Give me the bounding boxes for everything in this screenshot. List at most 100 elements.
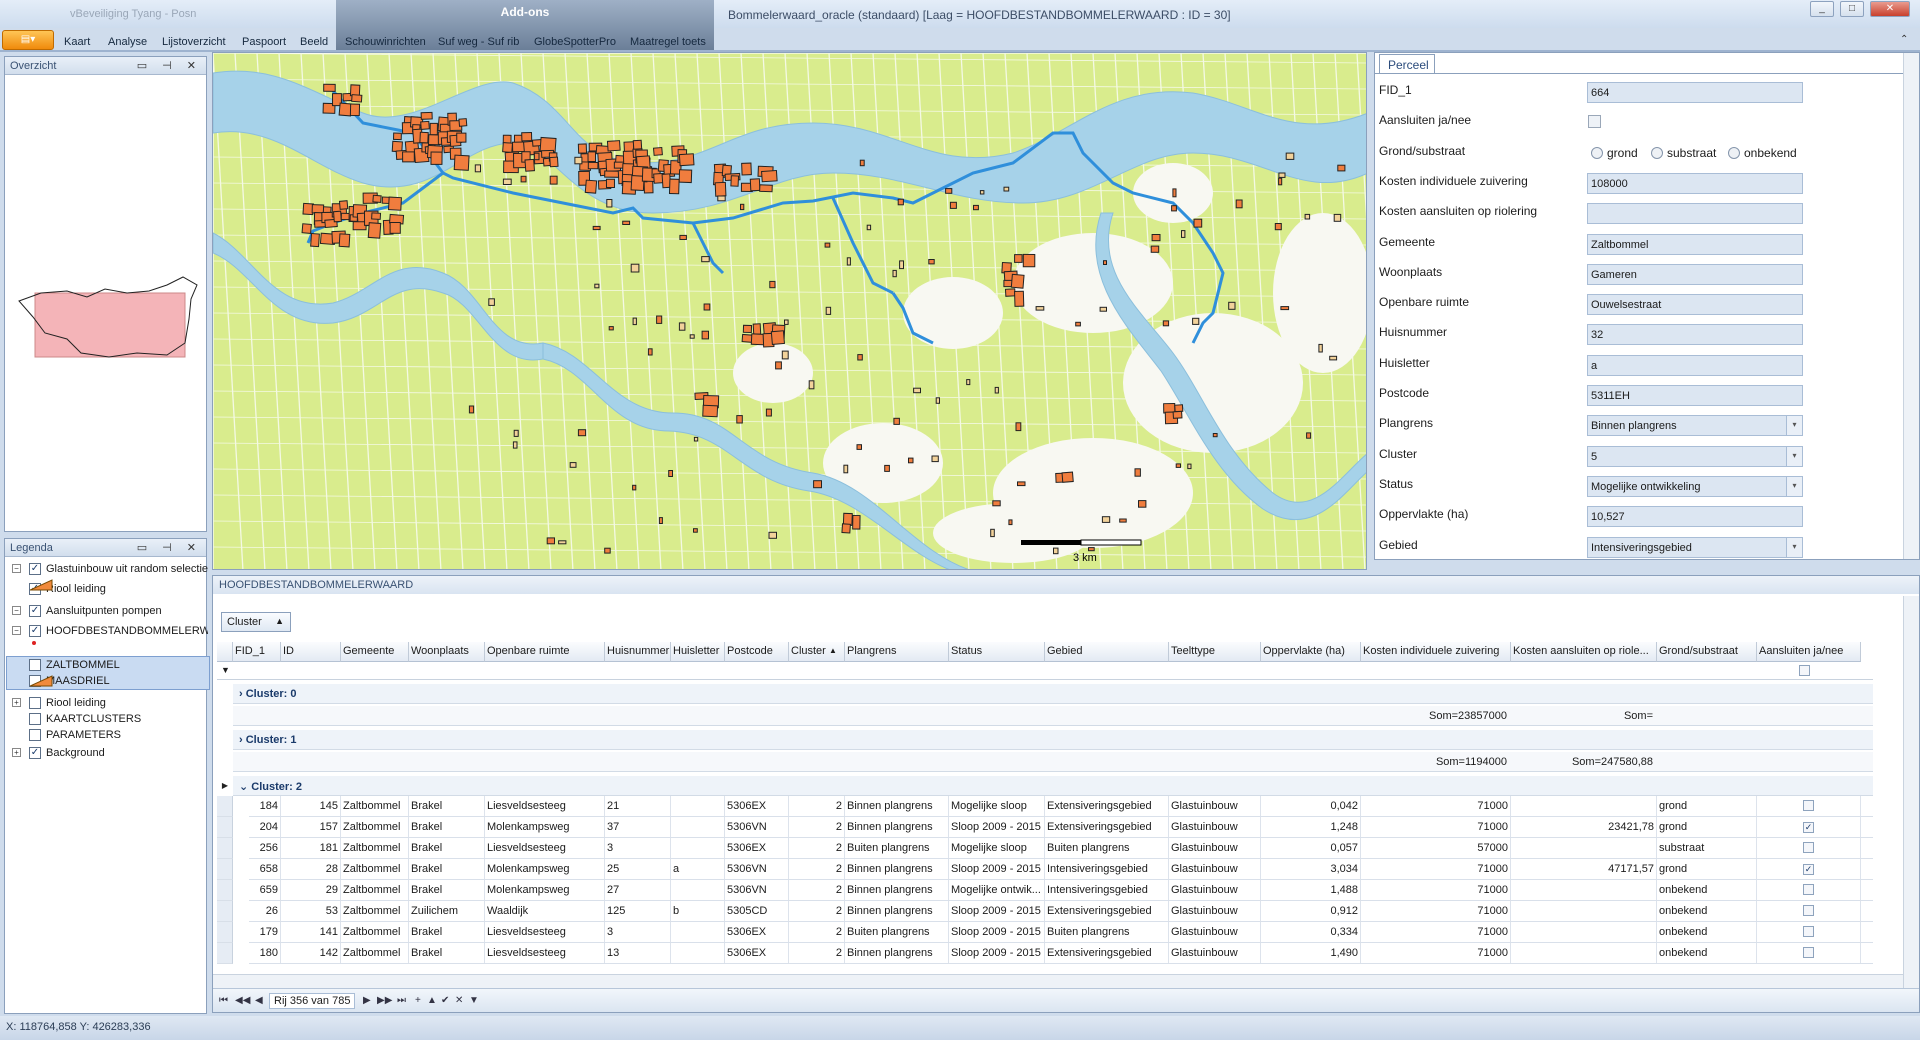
table-cell[interactable]: 142 — [281, 943, 341, 963]
field-input-kosten-aansluiten-op-riolering[interactable] — [1587, 203, 1803, 224]
table-cell[interactable]: Glastuinbouw — [1169, 859, 1261, 879]
table-cell[interactable]: Binnen plangrens — [845, 796, 949, 816]
menu-item-beeld[interactable]: Beeld — [300, 36, 328, 48]
table-cell[interactable] — [671, 922, 725, 942]
nav-add-icon[interactable]: + — [415, 995, 421, 1006]
table-cell[interactable]: Zaltbommel — [341, 817, 409, 837]
table-cell[interactable] — [1511, 922, 1657, 942]
legend-checkbox[interactable] — [29, 713, 41, 725]
table-cell[interactable]: Molenkampsweg — [485, 859, 605, 879]
menu-item-globespotterpro[interactable]: GlobeSpotterPro — [534, 36, 616, 48]
nav-filter-icon[interactable]: ▼ — [469, 995, 479, 1006]
table-cell[interactable]: 26 — [233, 901, 281, 921]
table-cell[interactable]: 0,057 — [1261, 838, 1361, 858]
minimize-icon[interactable]: _ — [1810, 1, 1834, 17]
table-cell[interactable]: Glastuinbouw — [1169, 943, 1261, 963]
table-cell[interactable]: 2 — [789, 817, 845, 837]
table-cell[interactable]: 181 — [281, 838, 341, 858]
map-canvas[interactable]: 3 km — [213, 53, 1367, 570]
table-cell[interactable] — [671, 796, 725, 816]
legend-checkbox[interactable] — [29, 697, 41, 709]
table-cell[interactable]: b — [671, 901, 725, 921]
column-header-gebied[interactable]: Gebied — [1045, 642, 1169, 662]
menu-item-suf-weg-suf-rib[interactable]: Suf weg - Suf rib — [438, 36, 519, 48]
table-row[interactable]: 184 145 Zaltbommel Brakel Liesveldsesteeg 21 5… — [249, 796, 1873, 817]
table-cell[interactable]: 0,042 — [1261, 796, 1361, 816]
table-cell[interactable]: Liesveldsesteeg — [485, 922, 605, 942]
table-cell[interactable] — [671, 838, 725, 858]
table-cell[interactable]: 5306EX — [725, 943, 789, 963]
menu-item-analyse[interactable]: Analyse — [108, 36, 147, 48]
expand-icon[interactable]: − — [12, 606, 21, 615]
table-cell[interactable]: 2 — [789, 796, 845, 816]
table-cell[interactable]: 125 — [605, 901, 671, 921]
filter-checkbox[interactable] — [1799, 665, 1810, 676]
field-input-status[interactable]: Mogelijke ontwikkeling ▾ — [1587, 476, 1803, 497]
table-cell[interactable]: onbekend — [1657, 922, 1757, 942]
table-cell[interactable]: grond — [1657, 796, 1757, 816]
table-cell[interactable]: Glastuinbouw — [1169, 901, 1261, 921]
aansluiten-checkbox[interactable] — [1803, 800, 1814, 811]
table-cell[interactable]: Zaltbommel — [341, 901, 409, 921]
table-cell[interactable]: Buiten plangrens — [845, 922, 949, 942]
column-header-plangrens[interactable]: Plangrens — [845, 642, 949, 662]
table-cell[interactable]: Binnen plangrens — [845, 943, 949, 963]
expand-icon[interactable]: + — [12, 748, 21, 757]
table-cell[interactable]: Intensiveringsgebied — [1045, 880, 1169, 900]
table-cell[interactable]: 2 — [789, 901, 845, 921]
field-input-oppervlakte-ha-[interactable]: 10,527 — [1587, 506, 1803, 527]
table-cell[interactable]: 71000 — [1361, 880, 1511, 900]
table-cell[interactable]: 3 — [605, 838, 671, 858]
table-cell[interactable]: 2 — [789, 859, 845, 879]
table-cell[interactable]: Waaldijk — [485, 901, 605, 921]
chevron-down-icon[interactable]: ⌄ — [239, 781, 251, 793]
overview-map[interactable] — [7, 77, 205, 527]
grid-scrollbar[interactable] — [1903, 596, 1919, 990]
table-cell[interactable]: 28 — [281, 859, 341, 879]
table-cell[interactable]: 145 — [281, 796, 341, 816]
column-header-status[interactable]: Status — [949, 642, 1045, 662]
panel-controls-icon[interactable]: ▭ ⊣ ✕ — [137, 59, 202, 72]
row-indicator[interactable] — [217, 796, 233, 817]
legend-checkbox[interactable]: ✓ — [29, 563, 41, 575]
app-menu-button[interactable]: ▤▾ — [2, 30, 54, 50]
group-row[interactable]: › Cluster: 1 — [233, 730, 1873, 750]
table-cell[interactable]: 71000 — [1361, 796, 1511, 816]
table-cell[interactable]: Zaltbommel — [341, 880, 409, 900]
aansluiten-checkbox[interactable] — [1803, 926, 1814, 937]
table-cell[interactable]: 180 — [233, 943, 281, 963]
column-header-openbare-ruimte[interactable]: Openbare ruimte — [485, 642, 605, 662]
table-cell[interactable]: Binnen plangrens — [845, 901, 949, 921]
expand-icon[interactable]: − — [12, 626, 21, 635]
table-cell[interactable]: 658 — [233, 859, 281, 879]
table-cell[interactable]: a — [671, 859, 725, 879]
row-indicator[interactable] — [217, 838, 233, 859]
table-cell[interactable]: 57000 — [1361, 838, 1511, 858]
tab-perceel[interactable]: Perceel — [1379, 54, 1435, 74]
chevron-down-icon[interactable]: ▾ — [1786, 416, 1802, 435]
column-header-oppervlakte-ha[interactable]: Oppervlakte (ha) — [1261, 642, 1361, 662]
table-cell[interactable]: 5305CD — [725, 901, 789, 921]
table-cell[interactable]: 5306EX — [725, 838, 789, 858]
table-cell[interactable]: grond — [1657, 817, 1757, 837]
legend-item[interactable]: − ✓ Aansluitpunten pompen — [5, 603, 205, 621]
table-cell[interactable]: 5306VN — [725, 817, 789, 837]
chevron-down-icon[interactable]: ▾ — [1786, 477, 1802, 496]
table-cell[interactable]: 179 — [233, 922, 281, 942]
table-cell[interactable]: Binnen plangrens — [845, 859, 949, 879]
table-cell[interactable]: Brakel — [409, 859, 485, 879]
group-row[interactable]: ⌄ Cluster: 2 — [233, 776, 1873, 796]
table-cell[interactable]: 37 — [605, 817, 671, 837]
radio-substraat[interactable]: substraat — [1651, 146, 1716, 160]
table-cell[interactable]: 3,034 — [1261, 859, 1361, 879]
chevron-right-icon[interactable]: › — [239, 734, 246, 746]
field-input-postcode[interactable]: 5311EH — [1587, 385, 1803, 406]
table-cell[interactable]: 23421,78 — [1511, 817, 1657, 837]
column-header-kosten-aansluiten-op-riole[interactable]: Kosten aansluiten op riole... — [1511, 642, 1657, 662]
table-cell[interactable]: 71000 — [1361, 859, 1511, 879]
table-cell[interactable]: 5306VN — [725, 880, 789, 900]
table-cell[interactable]: 71000 — [1361, 922, 1511, 942]
filter-row[interactable]: ▼ — [217, 662, 1873, 680]
menu-item-lijstoverzicht[interactable]: Lijstoverzicht — [162, 36, 226, 48]
field-input-huisnummer[interactable]: 32 — [1587, 324, 1803, 345]
